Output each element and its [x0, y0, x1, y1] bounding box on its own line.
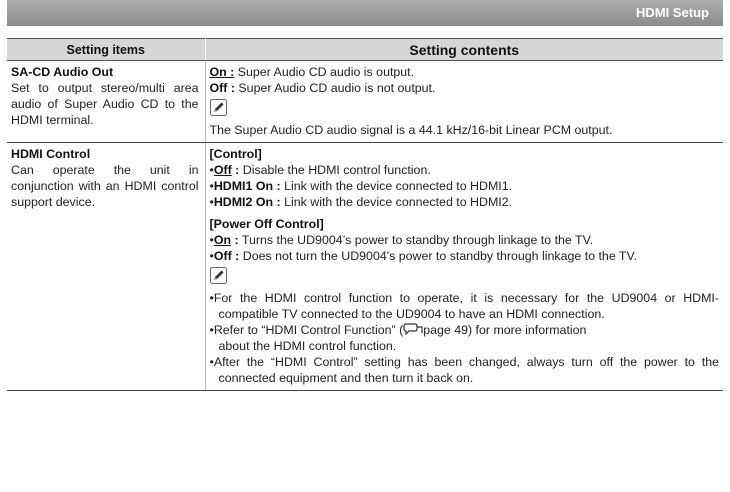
option-label: On [213, 233, 232, 247]
option-label: HDMI2 On : [213, 195, 281, 209]
section-title: HDMI Setup [636, 5, 709, 20]
note-item: •Refer to “HDMI Control Function” ( page… [209, 323, 587, 353]
setting-item-desc: Set to output stereo/multi area audio of… [11, 81, 199, 127]
option-label: HDMI1 On : [213, 179, 281, 193]
table-header-row: Setting items Setting contents [7, 38, 723, 61]
setting-item-title: HDMI Control [11, 147, 91, 161]
control-heading: [Control] [209, 147, 262, 161]
note-item: •After the “HDMI Control” setting has be… [209, 355, 720, 385]
column-header-contents: Setting contents [205, 38, 723, 61]
option-text: Super Audio CD audio is output. [237, 65, 415, 79]
pencil-note-icon [209, 267, 227, 284]
option-text: Turns the UD9004’s power to standby thro… [241, 233, 594, 247]
column-header-items: Setting items [7, 38, 206, 61]
setting-item-title: SA-CD Audio Out [11, 65, 114, 79]
settings-table: Setting items Setting contents SA-CD Aud… [7, 38, 723, 391]
option-text: Does not turn the UD9004's power to stan… [242, 249, 638, 263]
option-label: Off [213, 163, 232, 177]
option-line: •Off : Does not turn the UD9004's power … [209, 249, 638, 263]
setting-contents-cell: [Control] •Off : Disable the HDMI contro… [205, 142, 723, 391]
table-row: SA-CD Audio Out Set to output stereo/mul… [7, 60, 723, 143]
option-text: Link with the device connected to HDMI1. [284, 179, 513, 193]
option-text: Super Audio CD audio is not output. [238, 81, 436, 95]
note-item: •For the HDMI control function to operat… [209, 291, 720, 321]
setting-item-cell: HDMI Control Can operate the unit in con… [7, 142, 206, 391]
option-label: Off : [209, 81, 235, 95]
setting-contents-cell: On : Super Audio CD audio is output. Off… [205, 60, 723, 143]
option-label: Off : [213, 249, 240, 263]
setting-item-desc: Can operate the unit in conjunction with… [11, 163, 199, 209]
option-line: •On : Turns the UD9004’s power to standb… [209, 233, 594, 247]
option-text: Link with the device connected to HDMI2. [284, 195, 513, 209]
option-line: •HDMI2 On : Link with the device connect… [209, 195, 513, 209]
option-label: On : [209, 65, 235, 79]
table-row: HDMI Control Can operate the unit in con… [7, 142, 723, 391]
option-line: Off : Super Audio CD audio is not output… [210, 80, 720, 96]
note-icon-wrap [209, 96, 720, 122]
note-text: The Super Audio CD audio signal is a 44.… [209, 123, 613, 137]
pencil-note-icon [209, 99, 227, 116]
option-line: •Off : Disable the HDMI control function… [209, 163, 431, 177]
note-icon-wrap [209, 264, 720, 290]
option-line: On : Super Audio CD audio is output. [210, 64, 720, 80]
setting-item-cell: SA-CD Audio Out Set to output stereo/mul… [7, 60, 206, 143]
option-line: •HDMI1 On : Link with the device connect… [209, 179, 513, 193]
section-header-bar: HDMI Setup [7, 0, 723, 26]
option-text: Disable the HDMI control function. [242, 163, 431, 177]
power-off-heading: [Power Off Control] [209, 217, 324, 231]
page-reference-icon [403, 323, 423, 335]
